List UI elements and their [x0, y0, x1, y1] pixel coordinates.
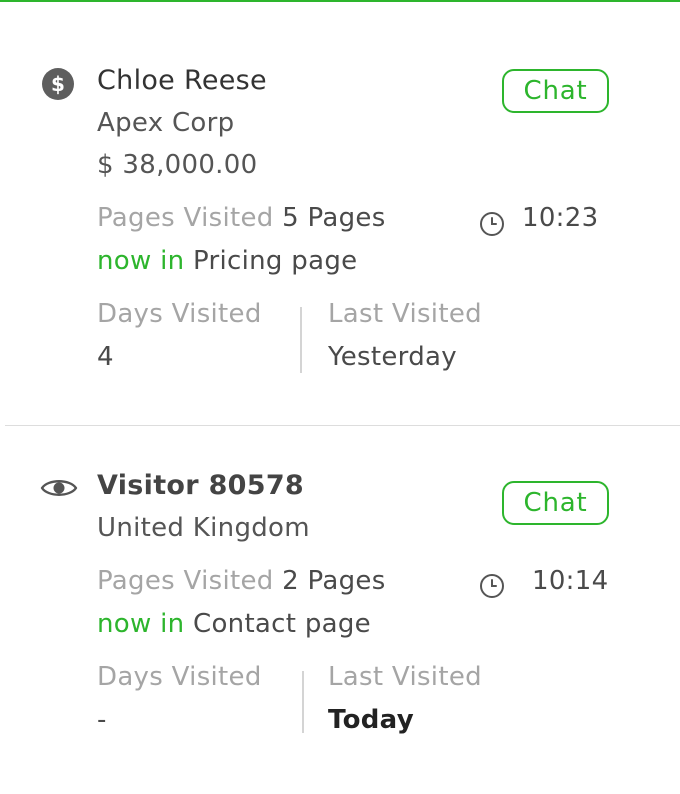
- visitor-card[interactable]: $ Chloe Reese Apex Corp $ 38,000.00 Chat…: [0, 0, 680, 426]
- dollar-icon: $: [41, 67, 75, 105]
- pages-visited-label: Pages Visited: [97, 566, 274, 596]
- last-visited-label: Last Visited: [328, 662, 482, 692]
- svg-text:$: $: [51, 72, 65, 96]
- pages-visited: Pages Visited 2 Pages: [97, 566, 386, 596]
- days-visited-value: 4: [97, 342, 114, 372]
- column-separator: [300, 307, 302, 373]
- now-in-label: now in: [97, 246, 185, 276]
- clock-icon: [479, 211, 505, 241]
- current-page: now in Contact page: [97, 609, 371, 639]
- visitor-card[interactable]: Visitor 80578 United Kingdom Chat Pages …: [0, 427, 680, 794]
- days-visited-value: -: [97, 705, 107, 735]
- last-visited-value: Yesterday: [328, 342, 457, 372]
- pages-visited-label: Pages Visited: [97, 203, 274, 233]
- visitor-name: Visitor 80578: [97, 470, 305, 501]
- pages-visited: Pages Visited 5 Pages: [97, 203, 386, 233]
- eye-icon: [40, 476, 78, 504]
- pages-visited-value: 5 Pages: [282, 203, 386, 233]
- column-separator: [302, 671, 304, 733]
- pages-visited-value: 2 Pages: [282, 566, 386, 596]
- visit-time: 10:14: [532, 566, 609, 596]
- now-in-value: Pricing page: [193, 246, 358, 276]
- last-visited-label: Last Visited: [328, 299, 482, 329]
- visitor-deal-value: $ 38,000.00: [97, 150, 258, 180]
- now-in-value: Contact page: [193, 609, 371, 639]
- visitor-name: Chloe Reese: [97, 65, 267, 96]
- visit-time: 10:23: [522, 203, 599, 233]
- current-page: now in Pricing page: [97, 246, 357, 276]
- chat-button[interactable]: Chat: [502, 481, 609, 525]
- clock-icon: [479, 573, 505, 603]
- card-divider: [5, 425, 680, 426]
- visitor-company: Apex Corp: [97, 108, 235, 138]
- days-visited-label: Days Visited: [97, 662, 262, 692]
- last-visited-value: Today: [328, 705, 414, 735]
- visitor-location: United Kingdom: [97, 513, 310, 543]
- chat-button[interactable]: Chat: [502, 69, 609, 113]
- days-visited-label: Days Visited: [97, 299, 262, 329]
- now-in-label: now in: [97, 609, 185, 639]
